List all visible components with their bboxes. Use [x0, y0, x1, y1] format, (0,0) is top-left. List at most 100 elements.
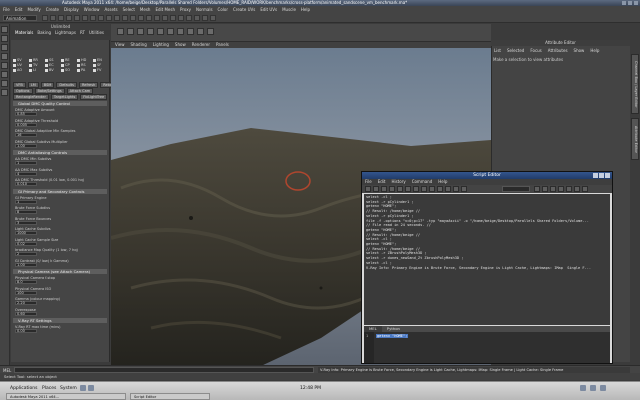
settings-field-value[interactable]: 0.005 [15, 122, 37, 127]
shelf-tool-icon[interactable] [197, 28, 204, 35]
menu-set-selector[interactable]: Animation [3, 15, 37, 21]
render-flag-checkbox[interactable]: AO [13, 68, 27, 72]
settings-field-value[interactable]: 2.20 [15, 301, 37, 305]
render-flag-checkbox[interactable]: CP [61, 63, 75, 67]
power-icon[interactable] [600, 385, 606, 391]
render-flag-checkbox[interactable]: EC [45, 63, 59, 67]
menu-item[interactable]: Edit UVs [260, 6, 277, 13]
status-line-tool-icon[interactable] [90, 15, 96, 21]
scale-tool-icon[interactable] [1, 71, 8, 78]
render-button[interactable]: FixLightTree [80, 94, 108, 100]
render-tab[interactable]: Baking [37, 30, 51, 36]
taskbar-task-maya[interactable]: Autodesk Maya 2011 x64... [6, 393, 126, 400]
status-line-tool-icon[interactable] [114, 15, 120, 21]
shelf-tool-icon[interactable] [187, 28, 194, 35]
network-icon[interactable] [580, 385, 586, 391]
menu-item[interactable]: Display [64, 6, 79, 13]
settings-field-value[interactable]: 3 [15, 220, 37, 225]
render-flag-checkbox[interactable]: UV [13, 63, 27, 67]
paint-select-tool-icon[interactable] [1, 44, 8, 51]
status-line-tool-icon[interactable] [210, 15, 216, 21]
menu-item[interactable]: File [3, 6, 10, 13]
script-editor-tool-icon[interactable] [461, 186, 467, 192]
status-line-tool-icon[interactable] [82, 15, 88, 21]
script-editor-tool-icon[interactable] [445, 186, 451, 192]
menu-item[interactable]: Help [301, 6, 310, 13]
render-button[interactable]: RectangleRender [13, 94, 49, 100]
settings-field-value[interactable]: 1.00 [15, 262, 37, 267]
settings-field-value[interactable]: 16 [15, 133, 37, 137]
render-tab[interactable]: Materials [15, 30, 33, 36]
script-editor-tool-icon[interactable] [574, 186, 580, 192]
script-editor-tool-icon[interactable] [550, 186, 556, 192]
render-tab[interactable]: RT [80, 30, 85, 36]
settings-section-header[interactable]: Physical Camera (see Attach Camera) [13, 269, 107, 274]
volume-icon[interactable] [590, 385, 596, 391]
script-editor-combo[interactable] [502, 186, 530, 192]
script-editor-tool-icon[interactable] [365, 186, 371, 192]
maximize-button[interactable] [628, 1, 632, 5]
render-flag-checkbox[interactable]: BV [45, 68, 59, 72]
settings-section-header[interactable]: DMC Antialiasing Controls [13, 150, 107, 155]
script-editor-tool-icon[interactable] [373, 186, 379, 192]
render-flag-checkbox[interactable]: RS [77, 63, 91, 67]
script-editor-tool-icon[interactable] [381, 186, 387, 192]
render-tab[interactable]: Utilities [89, 30, 104, 36]
browser-launcher-icon[interactable] [80, 385, 86, 391]
minimize-button[interactable] [622, 1, 626, 5]
script-history[interactable]: select -cl ; select -r pCylinder1 ; getenv… [364, 194, 610, 325]
menu-item[interactable]: Modify [27, 6, 40, 13]
script-editor-tool-icon[interactable] [437, 186, 443, 192]
script-editor-tool-icon[interactable] [566, 186, 572, 192]
status-line-tool-icon[interactable] [178, 15, 184, 21]
script-editor-tool-icon[interactable] [542, 186, 548, 192]
attribute-editor-tab[interactable]: Focus [530, 48, 541, 54]
shelf-tool-icon[interactable] [177, 28, 184, 35]
settings-field-value[interactable]: 8.0 [15, 280, 37, 284]
minimize-button[interactable] [593, 173, 598, 178]
script-editor-tool-icon[interactable] [453, 186, 459, 192]
applications-menu[interactable]: Applications [10, 386, 38, 391]
render-flag-checkbox[interactable]: SF [93, 63, 107, 67]
render-flag-checkbox[interactable]: PA [77, 68, 91, 72]
render-flag-checkbox[interactable]: SV [13, 58, 27, 62]
status-line-tool-icon[interactable] [58, 15, 64, 21]
status-line-tool-icon[interactable] [146, 15, 152, 21]
render-flag-checkbox[interactable]: LI [29, 68, 43, 72]
settings-section-header[interactable]: GI Primary and Secondary Controls [13, 188, 107, 194]
status-line-tool-icon[interactable] [154, 15, 160, 21]
rotate-tool-icon[interactable] [1, 62, 8, 69]
settings-field-value[interactable]: 1.00 [15, 143, 37, 148]
settings-field-value[interactable]: 0.00 [15, 329, 37, 333]
settings-section-header[interactable]: Global DMC Quality Control [13, 101, 107, 106]
render-tab[interactable]: Lightmaps [55, 30, 76, 36]
shelf-tool-icon[interactable] [127, 28, 134, 35]
last-tool-icon[interactable] [1, 89, 8, 96]
settings-field-value[interactable]: 4 [15, 171, 37, 176]
menu-item[interactable]: Proxy [180, 6, 191, 13]
menu-item[interactable]: Create [46, 6, 59, 13]
script-input[interactable]: 1 getenv "HOME"; [364, 332, 610, 363]
attribute-editor-tab[interactable]: Attribute Editor [631, 118, 639, 160]
close-button[interactable] [634, 1, 638, 5]
render-flag-checkbox[interactable]: HD [77, 58, 91, 62]
settings-section-header[interactable]: V-Ray RT Settings [13, 318, 107, 323]
close-button[interactable] [605, 173, 610, 178]
clock[interactable]: 12:48 PM [300, 386, 321, 391]
shelf-tool-icon[interactable] [147, 28, 154, 35]
shelf-tool-icon[interactable] [137, 28, 144, 35]
menu-item[interactable]: Muscle [282, 6, 296, 13]
channel-box-tab[interactable]: Channel Box / Layer Editor [631, 54, 639, 114]
attribute-editor-tab[interactable]: Selected [507, 48, 524, 54]
manipulator-tool-icon[interactable] [1, 80, 8, 87]
script-input-text[interactable]: getenv "HOME"; [376, 334, 409, 338]
menu-item[interactable]: Assets [105, 6, 118, 13]
settings-field-value[interactable]: 0.60 [15, 311, 37, 316]
script-editor-tool-icon[interactable] [389, 186, 395, 192]
status-line-tool-icon[interactable] [74, 15, 80, 21]
menu-item[interactable]: Edit [15, 6, 23, 13]
status-line-tool-icon[interactable] [66, 15, 72, 21]
settings-field-value[interactable]: 0.010 [15, 182, 37, 186]
script-editor-tool-icon[interactable] [397, 186, 403, 192]
script-editor-tool-icon[interactable] [534, 186, 540, 192]
